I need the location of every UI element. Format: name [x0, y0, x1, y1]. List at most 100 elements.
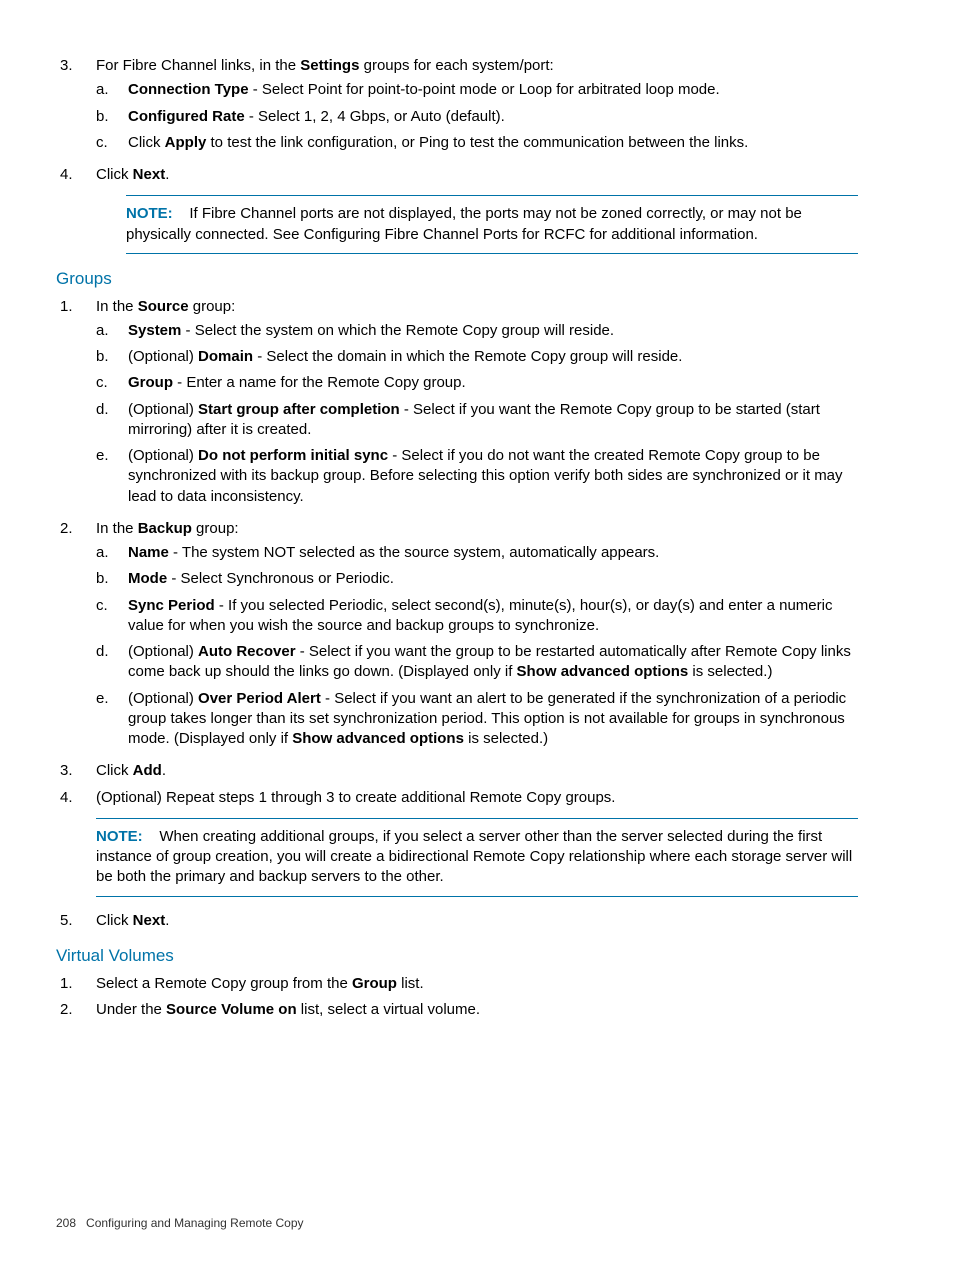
sub-c: c.Sync Period - If you selected Periodic… [96, 596, 858, 637]
top-steps: 3. For Fibre Channel links, in the Setti… [56, 56, 858, 185]
text: - If you selected Periodic, select secon… [128, 597, 832, 634]
step-3: 3. Click Add. [56, 761, 858, 781]
list-marker: e. [96, 689, 128, 750]
groups-steps-cont: 5. Click Next. [56, 911, 858, 931]
step-1: 1. Select a Remote Copy group from the G… [56, 974, 858, 994]
list-marker: d. [96, 642, 128, 683]
text: In the [96, 520, 138, 537]
list-marker: a. [96, 321, 128, 341]
text: - Select 1, 2, 4 Gbps, or Auto (default)… [245, 108, 505, 125]
list-marker: a. [96, 80, 128, 100]
step-text: For Fibre Channel links, in the [96, 57, 300, 74]
list-marker: e. [96, 446, 128, 507]
text: to test the link configuration, or Ping … [206, 134, 748, 151]
heading-groups: Groups [56, 268, 858, 291]
text: list. [397, 975, 424, 992]
bold: Backup [138, 520, 192, 537]
text: - Select the system on which the Remote … [181, 322, 614, 339]
step-4: 4. Click Next. [56, 165, 858, 185]
sub-list: a.System - Select the system on which th… [96, 321, 858, 507]
text: group: [189, 298, 236, 315]
text: list, select a virtual volume. [297, 1001, 480, 1018]
text: - Select the domain in which the Remote … [253, 348, 682, 365]
note-text: When creating additional groups, if you … [96, 828, 852, 886]
step-2: 2. In the Backup group: a.Name - The sys… [56, 519, 858, 756]
bold: Name [128, 544, 169, 561]
step-4: 4. (Optional) Repeat steps 1 through 3 t… [56, 788, 858, 808]
text: (Optional) [128, 643, 198, 660]
list-marker: c. [96, 373, 128, 393]
list-marker: b. [96, 569, 128, 589]
bold: Source [138, 298, 189, 315]
list-marker: 2. [56, 519, 96, 756]
list-marker: 4. [56, 165, 96, 185]
text: (Optional) [128, 401, 198, 418]
list-marker: c. [96, 596, 128, 637]
text: Under the [96, 1001, 166, 1018]
bold: Add [133, 762, 162, 779]
text: . [165, 166, 169, 183]
bold: Sync Period [128, 597, 215, 614]
text: - Select Synchronous or Periodic. [167, 570, 394, 587]
list-marker: 1. [56, 974, 96, 994]
text: - Enter a name for the Remote Copy group… [173, 374, 466, 391]
vv-steps: 1. Select a Remote Copy group from the G… [56, 974, 858, 1021]
bold: Start group after completion [198, 401, 400, 418]
bold: Configured Rate [128, 108, 245, 125]
bold: Next [133, 166, 166, 183]
list-marker: 2. [56, 1000, 96, 1020]
text: Click [96, 762, 133, 779]
note-box: NOTE: When creating additional groups, i… [96, 818, 858, 897]
sub-a: a.Connection Type - Select Point for poi… [96, 80, 748, 100]
text: In the [96, 298, 138, 315]
text: Click [96, 912, 133, 929]
list-marker: d. [96, 400, 128, 441]
note-label: NOTE: [96, 828, 143, 845]
page-number: 208 [56, 1216, 76, 1230]
sub-list: a.Connection Type - Select Point for poi… [96, 80, 748, 153]
text: - The system NOT selected as the source … [169, 544, 659, 561]
bold: Settings [300, 57, 359, 74]
text: (Optional) [128, 447, 198, 464]
sub-c: c.Click Apply to test the link configura… [96, 133, 748, 153]
text: is selected.) [464, 730, 548, 747]
sub-a: a.System - Select the system on which th… [96, 321, 858, 341]
list-marker: a. [96, 543, 128, 563]
text: group: [192, 520, 239, 537]
heading-virtual-volumes: Virtual Volumes [56, 945, 858, 968]
step-5: 5. Click Next. [56, 911, 858, 931]
step-text: groups for each system/port: [359, 57, 553, 74]
sub-b: b.Mode - Select Synchronous or Periodic. [96, 569, 858, 589]
text: (Optional) [128, 690, 198, 707]
text: - Select Point for point-to-point mode o… [249, 81, 720, 98]
text: . [162, 762, 166, 779]
list-marker: 3. [56, 761, 96, 781]
bold: Apply [165, 134, 207, 151]
list-marker: 1. [56, 297, 96, 513]
text: Click [96, 166, 133, 183]
text: (Optional) Repeat steps 1 through 3 to c… [96, 789, 615, 806]
bold: Mode [128, 570, 167, 587]
sub-d: d.(Optional) Auto Recover - Select if yo… [96, 642, 858, 683]
list-marker: 3. [56, 56, 96, 159]
bold: Over Period Alert [198, 690, 321, 707]
groups-steps: 1. In the Source group: a.System - Selec… [56, 297, 858, 808]
bold: Connection Type [128, 81, 249, 98]
bold: Auto Recover [198, 643, 296, 660]
list-marker: b. [96, 107, 128, 127]
bold: Domain [198, 348, 253, 365]
note-box: NOTE: If Fibre Channel ports are not dis… [126, 195, 858, 254]
bold: Group [128, 374, 173, 391]
list-marker: 4. [56, 788, 96, 808]
list-marker: b. [96, 347, 128, 367]
bold: Show advanced options [292, 730, 464, 747]
note-label: NOTE: [126, 205, 173, 222]
sub-d: d.(Optional) Start group after completio… [96, 400, 858, 441]
list-marker: c. [96, 133, 128, 153]
bold: System [128, 322, 181, 339]
bold: Show advanced options [517, 663, 689, 680]
page-footer: 208 Configuring and Managing Remote Copy [56, 1215, 304, 1231]
bold: Group [352, 975, 397, 992]
text: Click [128, 134, 165, 151]
sub-e: e.(Optional) Over Period Alert - Select … [96, 689, 858, 750]
